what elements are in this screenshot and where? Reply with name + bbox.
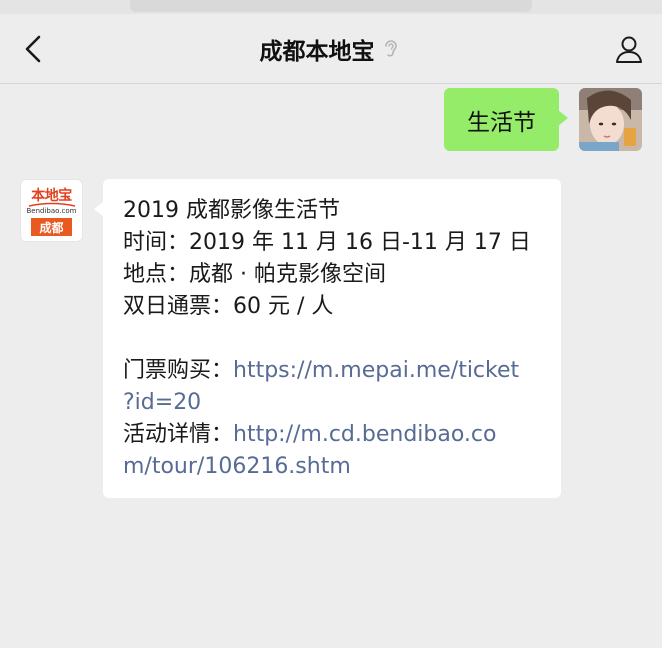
detail-link-cont[interactable]: m/tour/106216.shtm [123, 454, 351, 479]
event-title: 2019 成都影像生活节 [123, 198, 340, 223]
top-strip [0, 0, 662, 14]
top-handle [130, 0, 532, 12]
user-message-text: 生活节 [467, 109, 536, 136]
event-price: 双日通票：60 元 / 人 [123, 294, 334, 319]
chat-title: 成都本地宝 [259, 39, 375, 65]
title-group: 成都本地宝 [0, 14, 662, 84]
ear-icon [383, 38, 403, 60]
event-location: 地点：成都 · 帕克影像空间 [123, 262, 386, 287]
ticket-link-cont[interactable]: ?id=20 [123, 390, 201, 415]
nav-bar: 成都本地宝 [0, 14, 662, 84]
ticket-line: 门票购买：https://m.mepai.me/ticket [123, 355, 547, 387]
user-avatar[interactable] [579, 88, 642, 151]
ticket-line-cont: ?id=20 [123, 387, 547, 419]
person-icon [616, 36, 642, 63]
ticket-label: 门票购买： [123, 358, 234, 383]
detail-label: 活动详情： [123, 422, 234, 447]
event-time: 时间：2019 年 11 月 16 日-11 月 17 日 [123, 230, 531, 255]
profile-button[interactable] [612, 32, 646, 66]
detail-line-cont: m/tour/106216.shtm [123, 451, 547, 483]
avatar-url: Bendibao.com [26, 207, 77, 215]
bot-avatar[interactable]: 本地宝 Bendibao.com 成都 [20, 179, 83, 242]
bot-message-bubble[interactable]: 2019 成都影像生活节 时间：2019 年 11 月 16 日-11 月 17… [94, 179, 561, 498]
user-message-bubble[interactable]: 生活节 [444, 88, 568, 151]
detail-link[interactable]: http://m.cd.bendibao.co [233, 422, 496, 447]
ticket-link[interactable]: https://m.mepai.me/ticket [233, 358, 519, 383]
avatar-city: 成都 [31, 218, 72, 236]
detail-line: 活动详情：http://m.cd.bendibao.co [123, 419, 547, 451]
